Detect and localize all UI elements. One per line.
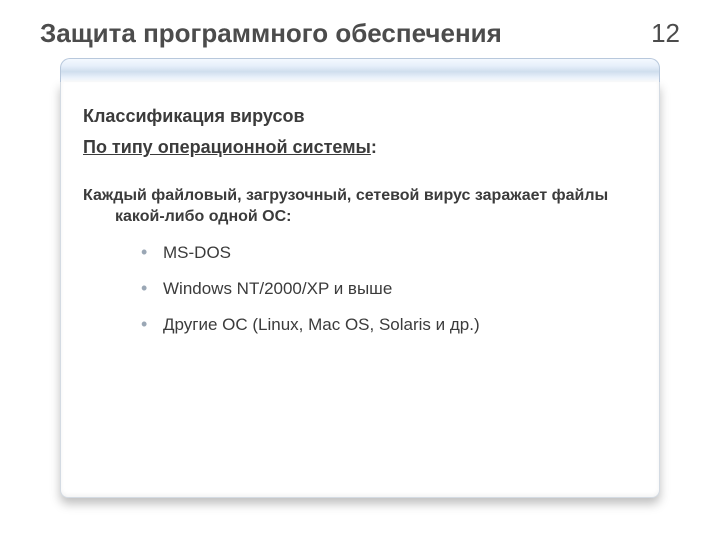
content-subtitle: Классификация вирусов	[83, 106, 629, 127]
list-item: Windows NT/2000/XP и выше	[141, 278, 629, 300]
panel-chrome-top	[60, 58, 660, 82]
list-item: MS-DOS	[141, 242, 629, 264]
content-classifier: По типу операционной системы:	[83, 137, 629, 158]
content-lead: Каждый файловый, загрузочный, сетевой ви…	[83, 186, 629, 228]
panel-body: Классификация вирусов По типу операционн…	[60, 82, 660, 498]
content-panel: Классификация вирусов По типу операционн…	[60, 58, 660, 498]
slide: Защита программного обеспечения 12 Класс…	[0, 0, 720, 540]
bullet-list: MS-DOS Windows NT/2000/XP и выше Другие …	[83, 242, 629, 336]
classifier-tail: :	[371, 137, 377, 157]
classifier-text: По типу операционной системы	[83, 137, 371, 157]
list-item: Другие ОС (Linux, Mac OS, Solaris и др.)	[141, 314, 629, 336]
lead-line-2: какой-либо одной ОС:	[83, 207, 629, 228]
page-number: 12	[651, 18, 680, 49]
lead-line-1: Каждый файловый, загрузочный, сетевой ви…	[83, 187, 608, 204]
page-title: Защита программного обеспечения	[40, 18, 502, 49]
slide-header: Защита программного обеспечения 12	[40, 18, 680, 49]
